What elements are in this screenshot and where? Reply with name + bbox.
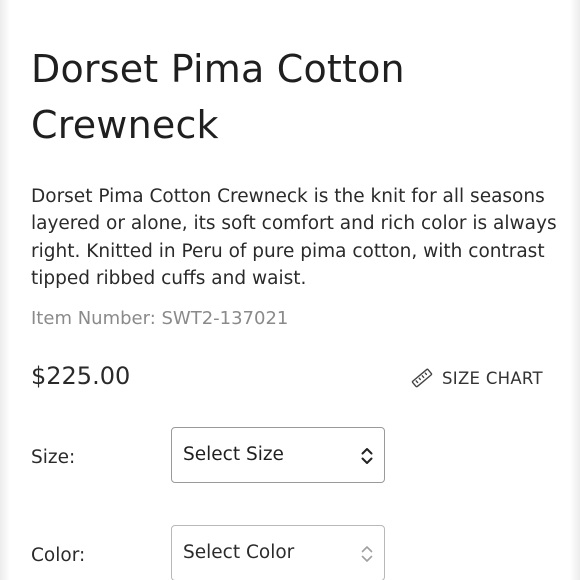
product-description: Dorset Pima Cotton Crewneck is the knit … — [31, 186, 557, 289]
size-select[interactable]: Select Size — [171, 427, 385, 483]
product-price: $225.00 — [31, 362, 131, 390]
right-edge-shadow — [570, 0, 580, 580]
size-chart-link[interactable]: SIZE CHART — [410, 364, 543, 392]
product-detail-panel: Dorset Pima Cotton Crewneck Dorset Pima … — [0, 0, 580, 580]
size-chart-label: SIZE CHART — [442, 368, 543, 388]
ruler-icon — [410, 366, 434, 390]
item-number: Item Number: SWT2-137021 — [31, 308, 289, 329]
color-select-value: Select Color — [183, 542, 295, 563]
color-label: Color: — [31, 545, 86, 566]
chevron-up-down-icon — [360, 544, 374, 564]
product-title: Dorset Pima Cotton Crewneck — [31, 47, 405, 147]
size-select-value: Select Size — [183, 444, 284, 465]
size-label: Size: — [31, 447, 76, 468]
chevron-up-down-icon — [360, 446, 374, 466]
color-select[interactable]: Select Color — [171, 525, 385, 580]
left-edge-shadow — [0, 0, 10, 580]
